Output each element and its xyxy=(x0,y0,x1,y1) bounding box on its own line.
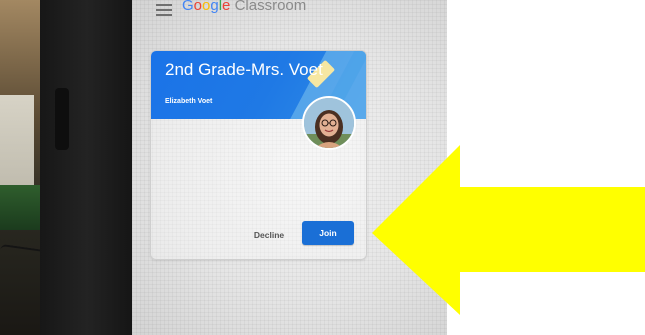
decline-button[interactable]: Decline xyxy=(243,223,295,247)
teacher-photo-avatar xyxy=(302,96,356,150)
class-invitation-card: 2nd Grade-Mrs. Voet Elizabeth Voet Decli… xyxy=(150,50,367,260)
class-name: 2nd Grade-Mrs. Voet xyxy=(165,60,323,79)
menu-hamburger-icon[interactable] xyxy=(156,4,172,16)
brand-letter: o xyxy=(193,0,203,14)
brand-letter: G xyxy=(182,0,194,14)
background-object xyxy=(0,185,42,230)
join-button[interactable]: Join xyxy=(302,221,354,245)
brand-product: Classroom xyxy=(234,0,307,14)
yellow-left-arrow-icon xyxy=(372,145,645,315)
brand-letter: g xyxy=(210,0,219,14)
app-header: Google Classroom xyxy=(132,0,447,20)
brand-letter: e xyxy=(222,0,231,14)
laptop-hinge xyxy=(55,88,69,150)
laptop-bezel xyxy=(40,0,135,335)
app-logo[interactable]: Google Classroom xyxy=(182,0,306,18)
teacher-name: Elizabeth Voet xyxy=(165,98,213,105)
